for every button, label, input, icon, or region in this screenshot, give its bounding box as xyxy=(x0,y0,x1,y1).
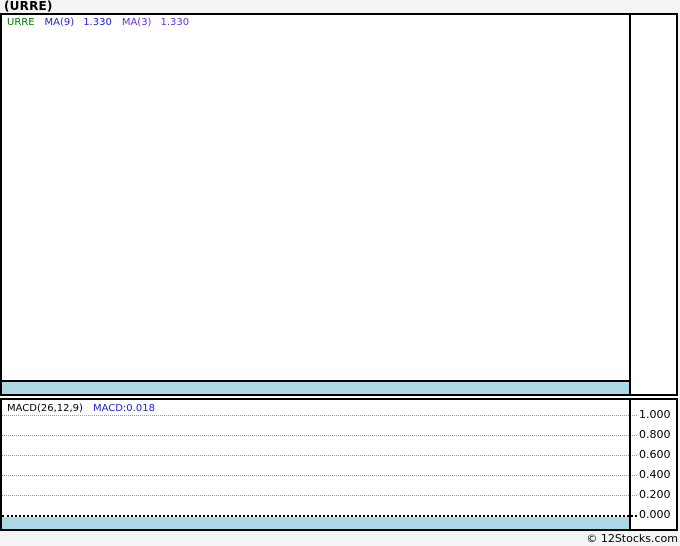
date-band xyxy=(2,517,629,529)
macd-legend: MACD(26,12,9) MACD:0.018 xyxy=(7,402,155,415)
legend-ma9-value: 1.330 xyxy=(83,17,112,28)
legend-ma3-label: MA(3) xyxy=(121,17,152,28)
y-axis-tick: 0.400 xyxy=(639,468,671,481)
gridline xyxy=(2,415,637,416)
price-legend: URRE MA(9) 1.330 MA(3) 1.330 xyxy=(7,16,189,29)
gridline xyxy=(2,435,637,436)
y-axis-tick: 0.000 xyxy=(639,508,671,521)
y-axis-tick: 0.600 xyxy=(639,448,671,461)
y-axis-tick: 0.800 xyxy=(639,428,671,441)
y-axis-divider xyxy=(629,400,631,529)
macd-label: MACD(26,12,9) xyxy=(7,403,83,414)
legend-ma9-label: MA(9) xyxy=(44,17,75,28)
legend-ma3-value: 1.330 xyxy=(160,17,190,28)
price-panel: URRE MA(9) 1.330 MA(3) 1.330 xyxy=(0,13,678,396)
y-axis-tick: 0.200 xyxy=(639,488,671,501)
legend-symbol: URRE xyxy=(7,17,35,28)
macd-value: MACD:0.018 xyxy=(92,403,155,414)
y-axis-tick: 1.000 xyxy=(639,408,671,421)
gridline xyxy=(2,495,637,496)
page-title: (URRE) xyxy=(4,0,53,13)
copyright-text: © 12Stocks.com xyxy=(586,532,678,545)
gridline xyxy=(2,475,637,476)
date-band xyxy=(2,380,629,394)
y-axis-divider xyxy=(629,15,631,394)
macd-panel: MACD(26,12,9) MACD:0.018 1.000 0.800 0.60… xyxy=(0,398,678,531)
gridline xyxy=(2,455,637,456)
